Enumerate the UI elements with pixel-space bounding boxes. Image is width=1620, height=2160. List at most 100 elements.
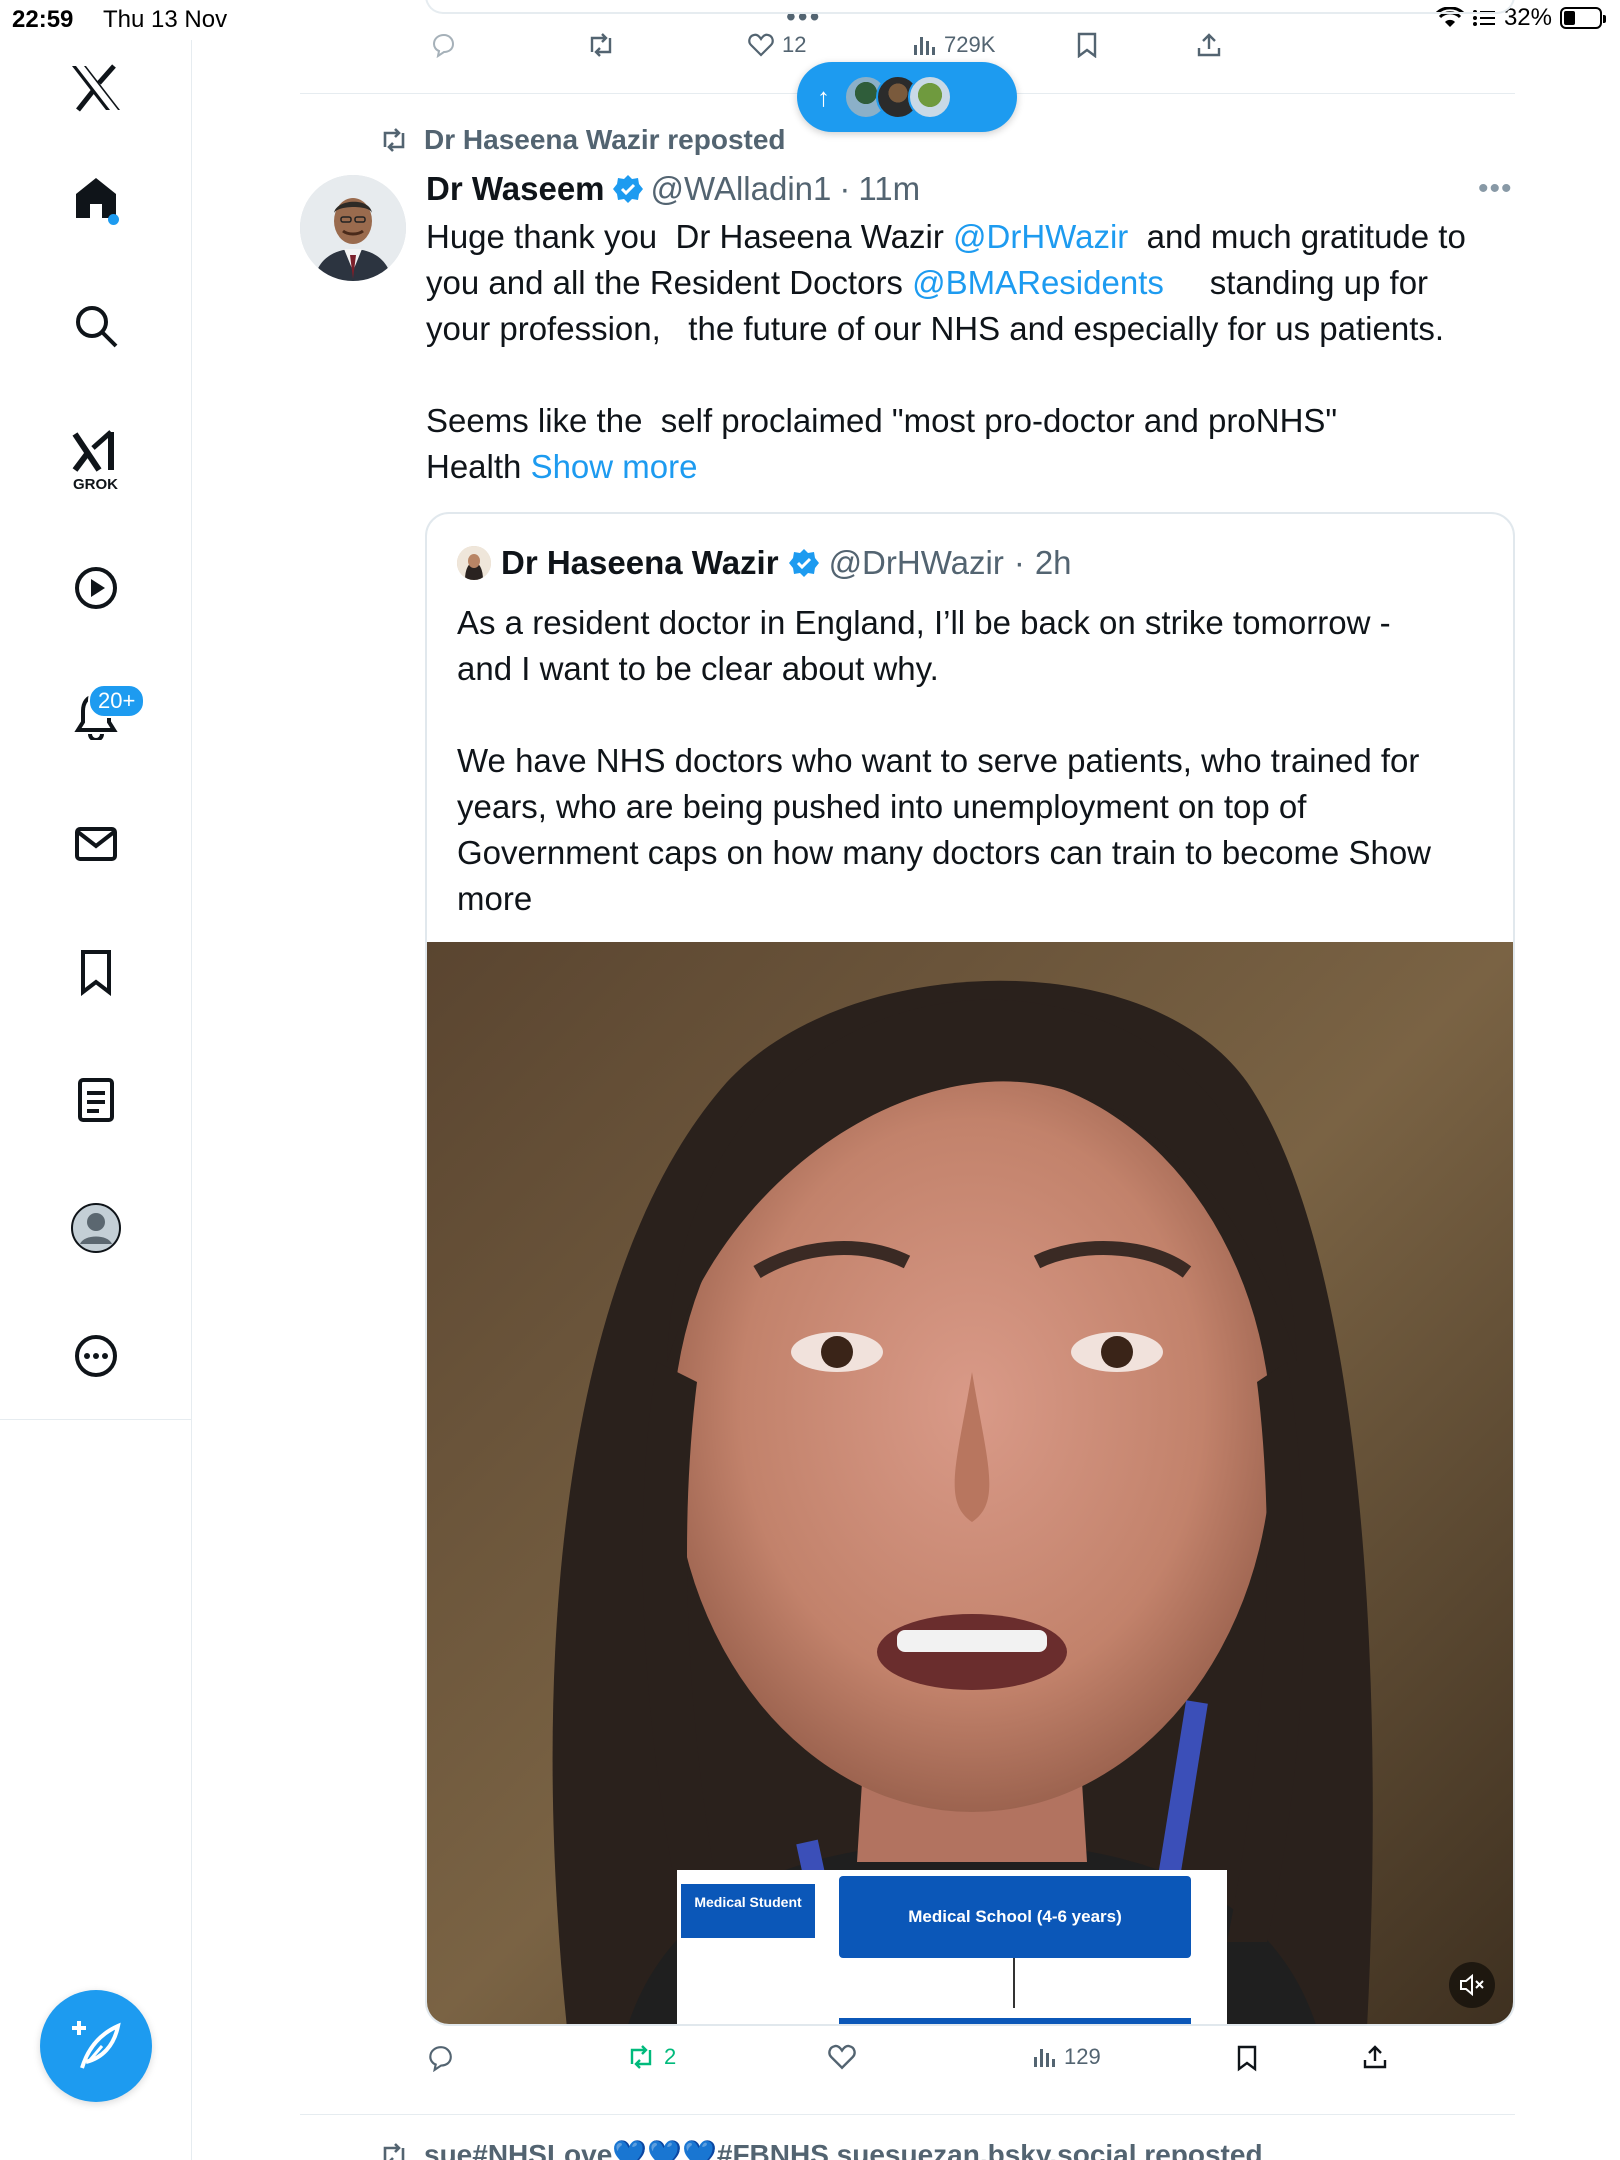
quote-line: years, who are being pushed into unemplo… bbox=[457, 788, 1307, 825]
feather-plus-icon bbox=[72, 2021, 121, 2069]
tweet-text-segment: and much gratitude to bbox=[1128, 218, 1466, 255]
tweet-more-button[interactable]: ••• bbox=[1478, 172, 1513, 206]
tweet-body: Huge thank you Dr Haseena Wazir @DrHWazi… bbox=[426, 214, 1516, 490]
tweet-text-segment: you and all the Resident Doctors bbox=[426, 264, 913, 301]
heart-icon bbox=[828, 2044, 856, 2070]
bookmark-outline-icon bbox=[1237, 2045, 1257, 2072]
quote-timestamp[interactable]: 2h bbox=[1035, 544, 1072, 582]
battery-percent: 32% bbox=[1503, 4, 1552, 31]
like-button[interactable] bbox=[828, 2044, 856, 2070]
search-icon[interactable] bbox=[72, 302, 120, 350]
video-icon[interactable] bbox=[72, 564, 120, 612]
tweet-line: you and all the Resident Doctors @BMARes… bbox=[426, 260, 1516, 306]
repost-button[interactable]: 2 bbox=[626, 2044, 676, 2070]
next-repost-text: sue#NHSLove💙💙💙#FBNHS suesuezan.bsky.soci… bbox=[424, 2139, 1263, 2160]
tweet-text-segment: Health bbox=[426, 448, 531, 485]
pill-avatars bbox=[844, 75, 952, 119]
repost-attribution[interactable]: Dr Haseena Wazir reposted bbox=[378, 124, 786, 156]
reply-icon bbox=[432, 33, 455, 58]
share-icon bbox=[1363, 2045, 1387, 2069]
quote-line: We have NHS doctors who want to serve pa… bbox=[457, 742, 1420, 779]
pill-avatar bbox=[908, 75, 952, 119]
lists-icon[interactable] bbox=[72, 1076, 120, 1124]
tweet-line: Seems like the self proclaimed "most pro… bbox=[426, 402, 1338, 439]
show-more-link[interactable]: Show more bbox=[531, 448, 698, 485]
notifications-badge: 20+ bbox=[88, 684, 146, 718]
quote-author-handle[interactable]: @DrHWazir bbox=[829, 544, 1004, 582]
prev-bookmark-button[interactable] bbox=[1076, 32, 1098, 58]
profile-avatar-icon[interactable] bbox=[70, 1202, 122, 1254]
prev-views-button[interactable]: 729K bbox=[912, 32, 995, 58]
grok-icon[interactable]: GROK bbox=[71, 428, 121, 493]
mail-icon[interactable] bbox=[72, 820, 120, 868]
tweet-timestamp[interactable]: 11m bbox=[858, 170, 920, 208]
speaker-muted-icon bbox=[1460, 1974, 1484, 1996]
quote-blank-line bbox=[457, 692, 1487, 738]
reply-icon bbox=[429, 2046, 452, 2072]
quote-line: As a resident doctor in England, I’ll be… bbox=[457, 604, 1391, 641]
repost-attribution-text: Dr Haseena Wazir reposted bbox=[424, 124, 786, 155]
tweet-text-segment: Huge thank you Dr Haseena Wazir bbox=[426, 218, 954, 255]
video-frame-image bbox=[427, 942, 1513, 2024]
repost-count: 2 bbox=[664, 2044, 677, 2069]
quote-author-avatar[interactable] bbox=[457, 546, 491, 580]
quote-line: Government caps on how many doctors can … bbox=[457, 834, 1431, 871]
handle-time-separator: · bbox=[839, 170, 851, 207]
tweet-actions: 2 129 bbox=[426, 2044, 1506, 2084]
x-logo-icon[interactable] bbox=[70, 64, 122, 112]
share-button[interactable] bbox=[1362, 2044, 1388, 2070]
more-options-icon[interactable] bbox=[72, 1332, 120, 1380]
quoted-tweet-card[interactable]: Dr Haseena Wazir @DrHWazir · 2h As a res… bbox=[425, 512, 1515, 2026]
tweet-line: your profession, the future of our NHS a… bbox=[426, 310, 1445, 347]
new-posts-pill[interactable]: ↑ bbox=[797, 62, 1017, 132]
analytics-icon bbox=[1034, 2049, 1055, 2067]
battery-icon bbox=[1560, 7, 1606, 29]
author-handle[interactable]: @WAlladin1 bbox=[651, 170, 832, 208]
sidebar-nav: GROK 20+ bbox=[0, 40, 192, 1420]
prev-share-button[interactable] bbox=[1196, 32, 1222, 58]
slide-box-medical-school: Medical School (4-6 years) bbox=[839, 1876, 1191, 1958]
home-unread-dot bbox=[108, 214, 119, 225]
repost-icon bbox=[383, 128, 405, 152]
status-date: Thu 13 Nov bbox=[103, 6, 228, 33]
heart-icon bbox=[748, 33, 774, 57]
previous-quote-card-edge bbox=[425, 0, 1515, 14]
verified-badge-icon bbox=[788, 549, 819, 577]
analytics-icon bbox=[914, 37, 935, 55]
mention-link[interactable]: @DrHWazir bbox=[953, 218, 1128, 255]
status-time: 22:59 bbox=[12, 6, 74, 33]
tweet-line: Huge thank you Dr Haseena Wazir @DrHWazi… bbox=[426, 214, 1516, 260]
mention-link[interactable]: @BMAResidents bbox=[912, 264, 1164, 301]
prev-view-count: 729K bbox=[944, 32, 996, 57]
slide-box-next bbox=[839, 2018, 1191, 2024]
prev-like-button[interactable]: 12 bbox=[748, 32, 806, 58]
tweet-blank-line bbox=[426, 352, 1516, 398]
quote-author-name[interactable]: Dr Haseena Wazir bbox=[501, 544, 779, 582]
view-count: 129 bbox=[1064, 2044, 1101, 2069]
repost-icon bbox=[383, 2142, 405, 2160]
grok-label: GROK bbox=[73, 476, 118, 493]
repost-icon bbox=[630, 2045, 652, 2069]
bookmark-outline-icon bbox=[1077, 32, 1097, 58]
slide-box-medical-student: Medical Student bbox=[681, 1884, 815, 1938]
reply-button[interactable] bbox=[426, 2044, 454, 2072]
repost-icon bbox=[590, 33, 612, 57]
views-button[interactable]: 129 bbox=[1032, 2044, 1101, 2070]
tweet-text-segment: standing up for bbox=[1163, 264, 1429, 301]
author-name[interactable]: Dr Waseem bbox=[426, 170, 605, 208]
video-player[interactable]: Medical Student Medical School (4-6 year… bbox=[427, 942, 1513, 2024]
slide-arrow bbox=[1013, 1958, 1015, 2008]
prev-reply-button[interactable] bbox=[430, 32, 456, 58]
quote-line: and I want to be clear about why. bbox=[457, 650, 939, 687]
arrow-up-icon: ↑ bbox=[817, 81, 830, 112]
quote-line: more bbox=[457, 880, 533, 917]
next-tweet-repost-attribution[interactable]: sue#NHSLove💙💙💙#FBNHS suesuezan.bsky.soci… bbox=[378, 2138, 1263, 2160]
tweet-divider-bottom bbox=[300, 2114, 1515, 2115]
bookmark-button[interactable] bbox=[1236, 2044, 1258, 2072]
prev-repost-button[interactable] bbox=[586, 32, 616, 58]
author-avatar[interactable] bbox=[300, 175, 406, 281]
bookmark-icon[interactable] bbox=[72, 948, 120, 996]
mute-button[interactable] bbox=[1449, 1962, 1495, 2008]
compose-post-button[interactable] bbox=[40, 1990, 152, 2102]
share-icon bbox=[1197, 33, 1221, 57]
